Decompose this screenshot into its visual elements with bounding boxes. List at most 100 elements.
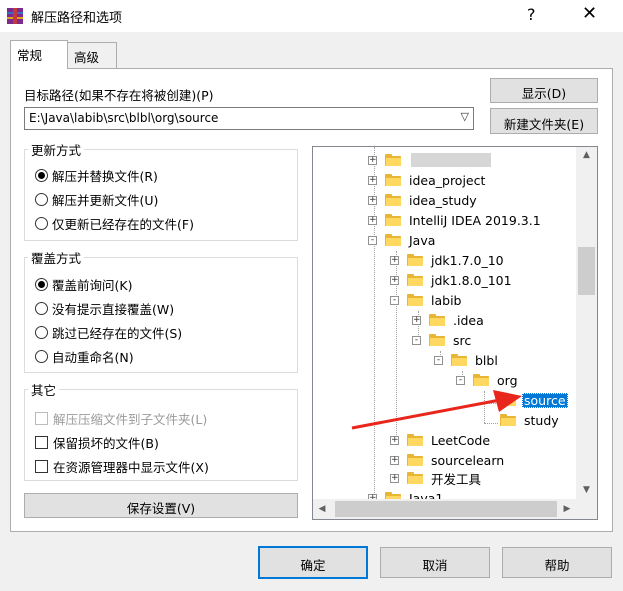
expand-icon[interactable]: + xyxy=(390,275,399,285)
scroll-right-icon[interactable]: ▶ xyxy=(558,499,576,519)
folder-icon xyxy=(451,354,467,366)
scroll-thumb[interactable] xyxy=(335,501,557,517)
collapse-icon[interactable]: - xyxy=(390,295,399,305)
radio-label: 没有提示直接覆盖(W) xyxy=(52,302,175,317)
collapse-icon[interactable]: - xyxy=(434,355,443,365)
scrollbar-corner xyxy=(576,499,597,519)
radio-button-icon[interactable] xyxy=(35,350,48,363)
collapse-icon[interactable]: - xyxy=(456,375,465,385)
tree-node-label: sourcelearn xyxy=(431,452,505,468)
folder-icon xyxy=(385,154,401,166)
checkbox-icon[interactable] xyxy=(35,412,48,425)
tree-node-jdk17[interactable]: + jdk1.7.0_10 xyxy=(390,251,506,269)
tree-node-blbl[interactable]: - blbl xyxy=(434,351,500,369)
radio-label: 解压并更新文件(U) xyxy=(52,193,159,208)
scroll-left-icon[interactable]: ◀ xyxy=(313,499,331,519)
radio-button-icon[interactable] xyxy=(35,193,48,206)
title-bar: 解压路径和选项 ? ✕ xyxy=(0,0,623,32)
collapse-icon[interactable]: - xyxy=(412,335,421,345)
show-button[interactable]: 显示(D) xyxy=(490,78,598,103)
expand-icon[interactable]: + xyxy=(368,175,377,185)
new-folder-button[interactable]: 新建文件夹(E) xyxy=(490,108,598,134)
radio-update-existing[interactable]: 仅更新已经存在的文件(F) xyxy=(35,214,194,233)
help-button[interactable]: 帮助 xyxy=(502,547,612,578)
tree-node-sourcelearn[interactable]: + sourcelearn xyxy=(390,451,506,469)
radio-auto-rename[interactable]: 自动重命名(N) xyxy=(35,347,134,366)
save-settings-button[interactable]: 保存设置(V) xyxy=(24,493,298,518)
folder-icon xyxy=(385,174,401,186)
tree-node-src[interactable]: - src xyxy=(412,331,473,349)
checkbox-icon[interactable] xyxy=(35,460,48,473)
tree-node-intellij[interactable]: + IntelliJ IDEA 2019.3.1 xyxy=(368,211,543,229)
tree-node-label: idea_study xyxy=(409,192,477,208)
folder-icon xyxy=(407,294,423,306)
radio-button-icon[interactable] xyxy=(35,326,48,339)
checkbox-label: 保留损坏的文件(B) xyxy=(53,436,159,451)
tree-node-label: idea_project xyxy=(409,172,486,188)
chevron-down-icon[interactable]: ▽ xyxy=(461,110,469,123)
radio-extract-replace[interactable]: 解压并替换文件(R) xyxy=(35,166,158,185)
folder-icon xyxy=(385,194,401,206)
tree-node-java[interactable]: - Java xyxy=(368,231,437,249)
radio-button-icon[interactable] xyxy=(35,169,48,182)
tree-node-dev-tools[interactable]: + 开发工具 xyxy=(390,469,483,487)
radio-skip-existing[interactable]: 跳过已经存在的文件(S) xyxy=(35,323,182,342)
tree-node-labib[interactable]: - labib xyxy=(390,291,463,309)
tree-node-idea-study[interactable]: + idea_study xyxy=(368,191,479,209)
checkbox-extract-to-subfolders[interactable]: 解压压缩文件到子文件夹(L) xyxy=(35,409,207,428)
folder-icon xyxy=(473,374,489,386)
tab-general[interactable]: 常规 xyxy=(10,40,68,69)
misc-title: 其它 xyxy=(28,380,60,399)
expand-icon[interactable]: + xyxy=(390,255,399,265)
tab-advanced[interactable]: 高级 xyxy=(67,42,117,68)
tree-node-label: Java xyxy=(409,232,436,248)
radio-button-icon[interactable] xyxy=(35,278,48,291)
radio-label: 解压并替换文件(R) xyxy=(52,169,158,184)
tree-node-blurred[interactable]: + xyxy=(368,151,491,169)
folder-tree[interactable]: + + idea_project + idea_study + IntelliJ… xyxy=(312,146,598,520)
help-icon[interactable]: ? xyxy=(527,5,536,24)
radio-extract-update[interactable]: 解压并更新文件(U) xyxy=(35,190,158,209)
radio-overwrite-without-prompt[interactable]: 没有提示直接覆盖(W) xyxy=(35,299,174,318)
tree-vertical-scrollbar[interactable]: ▲ ▼ xyxy=(576,147,597,499)
ok-button[interactable]: 确定 xyxy=(258,546,368,579)
expand-icon[interactable]: + xyxy=(390,435,399,445)
tree-node-idea[interactable]: + .idea xyxy=(412,311,486,329)
tree-node-org[interactable]: - org xyxy=(456,371,520,389)
dest-path-value: E:\Java\labib\src\blbl\org\source xyxy=(29,111,219,125)
expand-icon[interactable]: + xyxy=(412,315,421,325)
scroll-up-icon[interactable]: ▲ xyxy=(576,147,597,164)
tree-node-label: IntelliJ IDEA 2019.3.1 xyxy=(409,212,541,228)
scroll-down-icon[interactable]: ▼ xyxy=(576,482,597,499)
tree-node-leetcode[interactable]: + LeetCode xyxy=(390,431,492,449)
tree-horizontal-scrollbar[interactable]: ◀ ▶ xyxy=(313,499,576,519)
cancel-button[interactable]: 取消 xyxy=(380,547,490,578)
expand-icon[interactable]: + xyxy=(368,215,377,225)
radio-label: 覆盖前询问(K) xyxy=(52,278,133,293)
scroll-thumb[interactable] xyxy=(578,247,595,295)
collapse-icon[interactable]: - xyxy=(368,235,377,245)
folder-icon xyxy=(429,314,445,326)
radio-label: 仅更新已经存在的文件(F) xyxy=(52,217,194,232)
expand-icon[interactable]: + xyxy=(368,155,377,165)
folder-icon xyxy=(385,234,401,246)
dest-path-combobox[interactable]: E:\Java\labib\src\blbl\org\source ▽ xyxy=(24,107,474,130)
folder-icon xyxy=(407,434,423,446)
radio-button-icon[interactable] xyxy=(35,302,48,315)
expand-icon[interactable]: + xyxy=(390,473,399,483)
close-icon[interactable]: ✕ xyxy=(582,3,597,24)
radio-button-icon[interactable] xyxy=(35,217,48,230)
expand-icon[interactable]: + xyxy=(368,195,377,205)
checkbox-icon[interactable] xyxy=(35,436,48,449)
blurred-label xyxy=(411,153,491,167)
folder-icon xyxy=(407,454,423,466)
checkbox-label: 解压压缩文件到子文件夹(L) xyxy=(53,412,208,427)
expand-icon[interactable]: + xyxy=(390,455,399,465)
tree-node-idea-project[interactable]: + idea_project xyxy=(368,171,487,189)
tree-node-jdk18[interactable]: + jdk1.8.0_101 xyxy=(390,271,514,289)
checkbox-keep-broken-files[interactable]: 保留损坏的文件(B) xyxy=(35,433,159,452)
tree-node-label: org xyxy=(497,372,518,388)
radio-ask-before-overwrite[interactable]: 覆盖前询问(K) xyxy=(35,275,132,294)
checkbox-show-in-explorer[interactable]: 在资源管理器中显示文件(X) xyxy=(35,457,209,476)
update-mode-title: 更新方式 xyxy=(28,140,85,159)
